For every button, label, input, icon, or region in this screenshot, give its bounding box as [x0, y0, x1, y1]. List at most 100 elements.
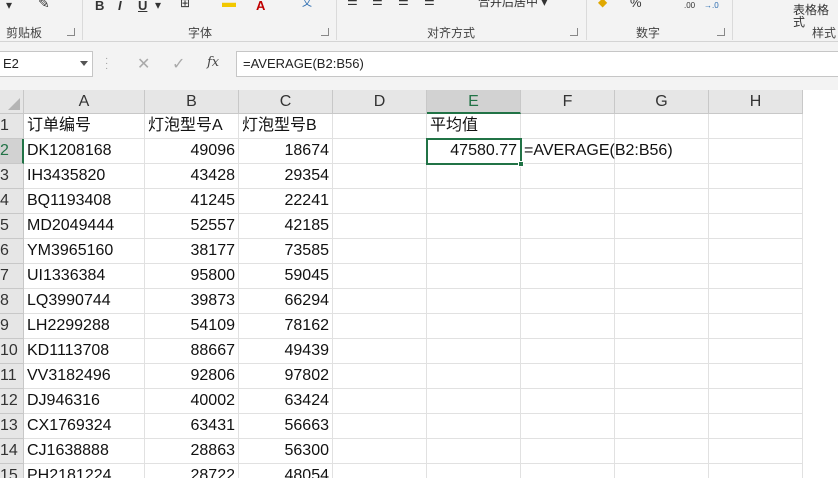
cell[interactable]: [521, 164, 615, 189]
cell[interactable]: [615, 114, 709, 139]
number-launcher-icon[interactable]: [717, 28, 725, 36]
alignment-launcher-icon[interactable]: [570, 28, 578, 36]
cell[interactable]: [521, 414, 615, 439]
cell[interactable]: [709, 114, 803, 139]
order-id-cell[interactable]: LQ3990744: [24, 289, 145, 314]
formula-text-cell[interactable]: =AVERAGE(B2:B56): [521, 139, 673, 164]
order-id-cell[interactable]: CJ1638888: [24, 439, 145, 464]
header-cell-e1[interactable]: 平均值: [427, 114, 521, 139]
order-id-cell[interactable]: BQ1193408: [24, 189, 145, 214]
cell[interactable]: [521, 189, 615, 214]
bulb-b-cell[interactable]: 42185: [239, 214, 333, 239]
select-all-button[interactable]: [0, 90, 24, 114]
order-id-cell[interactable]: YM3965160: [24, 239, 145, 264]
fill-color-icon[interactable]: ▬: [222, 0, 236, 9]
cell[interactable]: [615, 314, 709, 339]
column-header-f[interactable]: F: [521, 90, 615, 114]
italic-icon[interactable]: I: [118, 0, 122, 13]
column-header-d[interactable]: D: [333, 90, 427, 114]
cell[interactable]: [427, 314, 521, 339]
indent-icon[interactable]: ☰: [424, 0, 435, 7]
cell[interactable]: [709, 389, 803, 414]
cell[interactable]: [615, 214, 709, 239]
bulb-b-cell[interactable]: 78162: [239, 314, 333, 339]
underline-icon[interactable]: U: [138, 0, 147, 13]
cell[interactable]: [615, 289, 709, 314]
cell[interactable]: [615, 264, 709, 289]
bulb-a-cell[interactable]: 39873: [145, 289, 239, 314]
column-header-g[interactable]: G: [615, 90, 709, 114]
cell[interactable]: [521, 389, 615, 414]
bulb-b-cell[interactable]: 97802: [239, 364, 333, 389]
underline-dropdown-icon[interactable]: ▾: [155, 0, 161, 11]
cell[interactable]: [521, 289, 615, 314]
font-color-icon[interactable]: A: [256, 0, 265, 13]
bulb-b-cell[interactable]: 29354: [239, 164, 333, 189]
align-right-icon[interactable]: ☰: [398, 0, 409, 7]
row-header-4[interactable]: 4: [0, 189, 24, 214]
formula-input[interactable]: =AVERAGE(B2:B56): [236, 51, 838, 77]
cell[interactable]: [333, 314, 427, 339]
bulb-a-cell[interactable]: 28863: [145, 439, 239, 464]
cell[interactable]: [615, 189, 709, 214]
cell[interactable]: [615, 389, 709, 414]
bulb-b-cell[interactable]: 59045: [239, 264, 333, 289]
bulb-b-cell[interactable]: 22241: [239, 189, 333, 214]
row-header-8[interactable]: 8: [0, 289, 24, 314]
formula-bar-resize-icon[interactable]: · · ·: [105, 54, 108, 74]
font-launcher-icon[interactable]: [321, 28, 329, 36]
cell[interactable]: [709, 214, 803, 239]
cell[interactable]: [615, 239, 709, 264]
row-header-9[interactable]: 9: [0, 314, 24, 339]
bulb-a-cell[interactable]: 49096: [145, 139, 239, 164]
cell[interactable]: [427, 464, 521, 478]
spreadsheet-grid[interactable]: ABCDEFGH 1 2 3 4 5 6 7 8 9 10 11 12 13 14 15 订单编号 灯泡型号A…: [0, 90, 838, 478]
cell[interactable]: [521, 364, 615, 389]
row-header-12[interactable]: 12: [0, 389, 24, 414]
row-header-7[interactable]: 7: [0, 264, 24, 289]
cell[interactable]: [333, 339, 427, 364]
align-center-icon[interactable]: ☰: [372, 0, 383, 7]
bulb-b-cell[interactable]: 48054: [239, 464, 333, 478]
cell[interactable]: [709, 189, 803, 214]
format-painter-icon[interactable]: ✎: [38, 0, 50, 10]
cell[interactable]: [427, 439, 521, 464]
cell[interactable]: [521, 339, 615, 364]
row-header-10[interactable]: 10: [0, 339, 24, 364]
order-id-cell[interactable]: CX1769324: [24, 414, 145, 439]
cell[interactable]: [709, 264, 803, 289]
cell[interactable]: [521, 264, 615, 289]
order-id-cell[interactable]: UI1336384: [24, 264, 145, 289]
enter-icon[interactable]: ✓: [172, 54, 185, 74]
cell[interactable]: [521, 314, 615, 339]
cell[interactable]: [521, 239, 615, 264]
header-cell-a1[interactable]: 订单编号: [24, 114, 145, 139]
order-id-cell[interactable]: VV3182496: [24, 364, 145, 389]
order-id-cell[interactable]: LH2299288: [24, 314, 145, 339]
order-id-cell[interactable]: MD2049444: [24, 214, 145, 239]
cell[interactable]: [521, 114, 615, 139]
decrease-decimal-icon[interactable]: →.0: [704, 1, 719, 11]
bulb-b-cell[interactable]: 56300: [239, 439, 333, 464]
cell[interactable]: [333, 164, 427, 189]
bulb-b-cell[interactable]: 18674: [239, 139, 333, 164]
row-header-5[interactable]: 5: [0, 214, 24, 239]
header-cell-c1[interactable]: 灯泡型号B: [239, 114, 333, 139]
cell[interactable]: [615, 364, 709, 389]
bulb-b-cell[interactable]: 49439: [239, 339, 333, 364]
bulb-a-cell[interactable]: 43428: [145, 164, 239, 189]
cell[interactable]: [709, 439, 803, 464]
cell[interactable]: [333, 264, 427, 289]
row-header-11[interactable]: 11: [0, 364, 24, 389]
cell[interactable]: [333, 289, 427, 314]
cell[interactable]: [709, 289, 803, 314]
cell[interactable]: [709, 339, 803, 364]
phonetic-icon[interactable]: 文: [302, 0, 312, 9]
bold-icon[interactable]: B: [95, 0, 104, 13]
cell[interactable]: [333, 239, 427, 264]
cancel-icon[interactable]: ✕: [137, 54, 150, 74]
cell[interactable]: [427, 164, 521, 189]
clipboard-launcher-icon[interactable]: [67, 28, 75, 36]
cell[interactable]: [709, 239, 803, 264]
cell[interactable]: [521, 464, 615, 478]
